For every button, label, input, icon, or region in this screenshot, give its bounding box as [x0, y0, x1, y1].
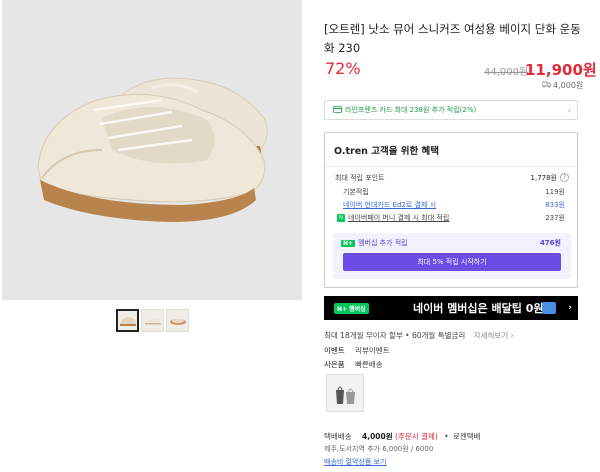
help-icon[interactable]: ? — [560, 173, 569, 182]
delivery-extra: 제주,도서지역 추가 6,000원 / 6000 — [324, 445, 434, 453]
hyundai-card-link[interactable]: 네이버 현대카드 Ed2로 결제 시 — [343, 200, 436, 210]
chevron-right-icon: › — [567, 105, 571, 115]
membership-label-row: N+ 멤버십 추가 적립 — [341, 238, 408, 248]
delivery-fee: 4,000원 — [362, 432, 393, 441]
naver-membership-text: 네이버 멤버십은 배달팁 0원 — [413, 302, 544, 315]
card-benefit-banner[interactable]: 라인프렌즈 카드 최대 238원 추가 적립(2%) › — [324, 100, 578, 120]
installment-row: 최대 18개월 무이자 할부 • 60개월 특별금리 자세히보기 › — [324, 330, 514, 341]
thumbnail-3[interactable] — [166, 309, 189, 332]
max-points-value: 1,778원 — [530, 174, 557, 182]
thumbnail-2[interactable] — [141, 309, 164, 332]
basic-points-label: 기본적립 — [343, 188, 369, 196]
shipping-saving-link[interactable]: 배송비 절약상품 보기 — [324, 457, 386, 467]
gift-label: 사은품 — [324, 360, 345, 369]
product-title: [오트렌] 낫소 뮤어 스니커즈 여성용 베이지 단화 운동화 230 — [324, 22, 581, 55]
basic-points-value: 119원 — [545, 188, 565, 196]
hyundai-card-row[interactable]: 네이버 현대카드 Ed2로 결제 시 — [343, 200, 436, 210]
original-price: 44,000원 — [484, 67, 529, 78]
gift-value: 빠른배송 — [355, 360, 383, 369]
delivery-carrier: 로젠택배 — [452, 432, 481, 441]
delivery-row: 택배배송 4,000원 (주문시 결제) • 로젠택배 — [324, 432, 481, 441]
event-value[interactable]: 리뷰이벤트 — [355, 346, 390, 355]
membership-label: 멤버십 추가 적립 — [358, 239, 408, 247]
chevron-right-icon: › — [568, 303, 572, 313]
installment-detail-link[interactable]: 자세히보기 › — [474, 331, 514, 340]
benefit-heading: O.tren 고객을 위한 혜택 — [334, 146, 440, 157]
max-points-row: 최대 적립 포인트 — [335, 173, 385, 183]
delivery-method: 택배배송 — [324, 432, 352, 441]
event-label: 이벤트 — [324, 346, 345, 355]
basic-points-row: 기본적립 — [343, 187, 369, 197]
card-banner-text: 라인프렌즈 카드 최대 238원 추가 적립(2%) — [345, 106, 477, 114]
customer-benefit-box: O.tren 고객을 위한 혜택 최대 적립 포인트 1,778원 ? 기본적립… — [324, 132, 578, 288]
card-icon — [333, 105, 342, 115]
gift-row: 사은품 빠른배송 — [324, 359, 383, 370]
naver-membership-logo: N+ 멤버십 — [334, 303, 369, 314]
max-points-label: 최대 적립 포인트 — [335, 174, 385, 182]
thumbnail-1[interactable] — [116, 309, 139, 332]
shipping-fee-text: 4,000원 — [553, 81, 584, 90]
discount-rate: 72% — [325, 59, 361, 78]
sale-price: 11,900원 — [525, 61, 597, 79]
membership-panel: N+ 멤버십 추가 적립 476원 최대 5% 적립 시작하기 — [333, 233, 571, 279]
event-row: 이벤트 리뷰이벤트 — [324, 345, 390, 356]
n-plus-badge-icon: N+ — [341, 239, 356, 247]
shipping-fee-row: 4,000원 — [541, 80, 584, 91]
npay-row[interactable]: N 네이버페이 머니 결제 시 최대 적립 — [337, 213, 449, 223]
sneaker-illustration — [37, 77, 268, 222]
installment-text: 최대 18개월 무이자 할부 • 60개월 특별금리 — [324, 331, 466, 340]
divider — [325, 166, 577, 167]
membership-start-button[interactable]: 최대 5% 적립 시작하기 — [343, 253, 561, 271]
product-main-image[interactable] — [2, 0, 302, 300]
membership-value: 476원 — [539, 239, 561, 247]
bag-icon — [336, 386, 355, 404]
truck-icon — [541, 81, 551, 90]
gift-icon — [542, 302, 556, 314]
npay-value: 237원 — [545, 214, 565, 222]
hyundai-card-value: 833원 — [545, 201, 565, 209]
gift-item-image[interactable] — [326, 374, 364, 412]
naver-membership-banner[interactable]: N+ 멤버십 네이버 멤버십은 배달팁 0원 › — [324, 296, 578, 320]
npay-icon: N — [337, 214, 345, 222]
npay-link[interactable]: 네이버페이 머니 결제 시 최대 적립 — [348, 213, 449, 223]
delivery-fee-note: (주문시 결제) — [395, 432, 438, 441]
thumbnail-strip — [116, 309, 189, 332]
